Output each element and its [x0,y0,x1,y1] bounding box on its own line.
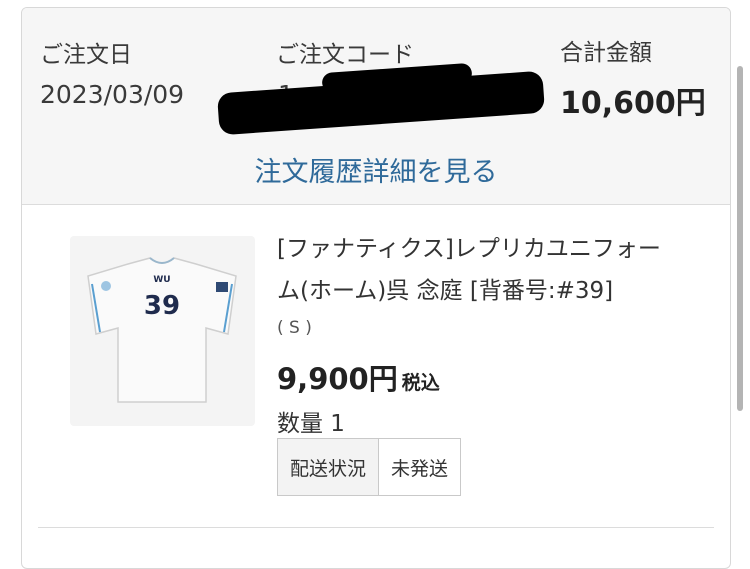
jersey-image: WU 39 [87,257,237,403]
order-date-value: 2023/03/09 [40,80,185,109]
shipping-status-label: 配送状況 [278,439,380,495]
product-quantity: 数量 1 [277,411,345,437]
sleeve-patch-icon [216,282,228,292]
scrollbar[interactable] [737,66,743,411]
product-name-line: [ファナティクス]レプリカユニフォー [277,236,661,262]
product-size: ( S ) [277,318,312,338]
jersey-number-text: 39 [144,291,180,321]
order-code-label: ご注文コード [276,42,414,68]
price-value: 9,900円 [277,362,398,396]
item-divider [38,527,714,528]
order-date-label: ご注文日 [40,42,132,68]
order-card: ご注文日 2023/03/09 ご注文コード 1 合計金額 10,600円 注文… [21,7,731,569]
product-name[interactable]: [ファナティクス]レプリカユニフォー ム(ホーム)呉 念庭 [背番号:#39] [277,228,702,312]
order-detail-link[interactable]: 注文履歴詳細を見る [22,150,730,189]
tax-label: 税込 [401,372,440,394]
product-price: 9,900円 税込 [277,356,440,398]
shipping-status-value: 未発送 [391,457,449,480]
jersey-name-text: WU [153,275,170,285]
total-label: 合計金額 [560,40,652,66]
product-name-line: ム(ホーム)呉 念庭 [背番号:#39] [277,278,614,304]
shipping-status: 配送状況 未発送 [277,438,462,496]
product-image[interactable]: WU 39 [70,236,255,426]
total-value: 10,600円 [560,86,706,121]
sleeve-logo-icon [101,281,111,291]
order-summary: ご注文日 2023/03/09 ご注文コード 1 合計金額 10,600円 注文… [22,8,730,205]
